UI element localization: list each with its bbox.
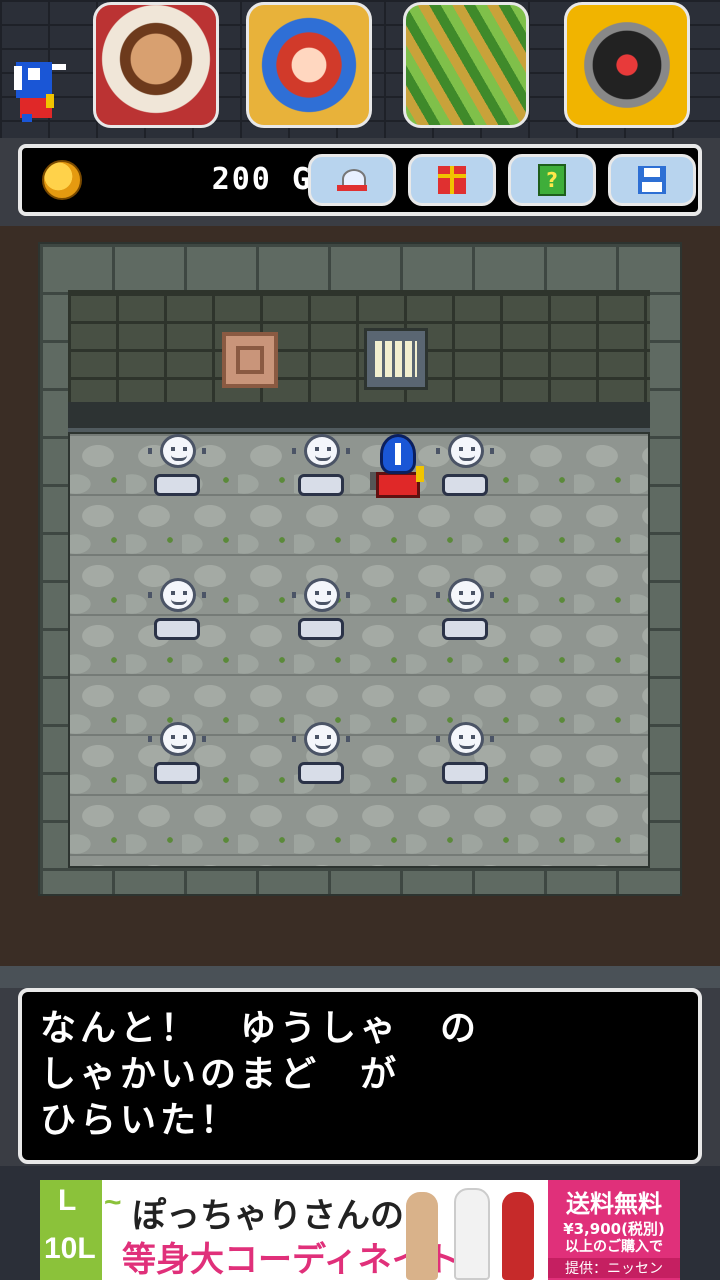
promo-app-farm-icon[interactable] <box>403 2 529 128</box>
ad-offer-box: 送料無料 ¥3,900(税別) 以上のご購入で 提供：ニッセン <box>548 1180 680 1280</box>
gift-button[interactable] <box>408 154 496 206</box>
statue[interactable] <box>436 578 494 642</box>
ad-size-from: L <box>58 1184 77 1217</box>
barred-window[interactable] <box>364 328 428 390</box>
ad-title: ぽっちゃりさんの <box>132 1196 404 1236</box>
ad-size-tilde: ~ <box>104 1186 122 1219</box>
message-window[interactable]: なんと！ ゆうしゃ の しゃかいのまど が ひらいた！ <box>18 988 702 1164</box>
gold-coin-icon <box>42 160 82 200</box>
statue[interactable] <box>292 434 350 498</box>
gift-icon <box>438 166 466 194</box>
message-line-3: ひらいた！ <box>40 1100 241 1141</box>
statue[interactable] <box>292 722 350 786</box>
statue[interactable] <box>436 434 494 498</box>
ad-offer-condition: 以上のご購入で <box>565 1239 663 1255</box>
promo-app-heroine-icon[interactable] <box>246 2 372 128</box>
statue[interactable] <box>148 434 206 498</box>
message-line-1: なんと！ ゆうしゃ の <box>40 1008 481 1049</box>
ad-offer-provider: 提供：ニッセン <box>548 1258 680 1278</box>
promo-app-rider-icon[interactable] <box>564 2 690 128</box>
gold-counter: 200 G <box>162 162 312 197</box>
save-icon <box>638 166 666 194</box>
promo-app-warrior-icon[interactable] <box>93 2 219 128</box>
back-wall <box>68 290 650 405</box>
hero-sprite-icon <box>14 62 66 122</box>
ad-offer-title: 送料無料 <box>566 1190 662 1218</box>
statue[interactable] <box>292 578 350 642</box>
statue[interactable] <box>148 722 206 786</box>
message-text: なんと！ ゆうしゃ の しゃかいのまど が ひらいた！ <box>40 1006 480 1144</box>
dialog-divider <box>0 966 720 988</box>
wall-crate[interactable] <box>222 332 278 388</box>
ad-banner[interactable]: L ~ 10L ぽっちゃりさんの 等身大コーディネイト 送料無料 ¥3,900(… <box>40 1180 680 1280</box>
message-line-2: しゃかいのまど が <box>40 1054 401 1095</box>
wall-ledge <box>68 402 650 432</box>
hint-book-icon: ? <box>538 164 566 196</box>
gold-amount: 200 <box>211 162 272 197</box>
save-button[interactable] <box>608 154 696 206</box>
ad-models-image <box>398 1180 548 1280</box>
record-icon <box>337 169 367 191</box>
ad-size-badge: L ~ 10L <box>40 1180 122 1280</box>
status-bar: 200 G ? <box>18 144 702 216</box>
statue[interactable] <box>436 722 494 786</box>
ad-size-to: 10L <box>44 1232 96 1265</box>
hero-character[interactable] <box>370 434 428 502</box>
record-button[interactable] <box>308 154 396 206</box>
statue[interactable] <box>148 578 206 642</box>
hint-book-button[interactable]: ? <box>508 154 596 206</box>
